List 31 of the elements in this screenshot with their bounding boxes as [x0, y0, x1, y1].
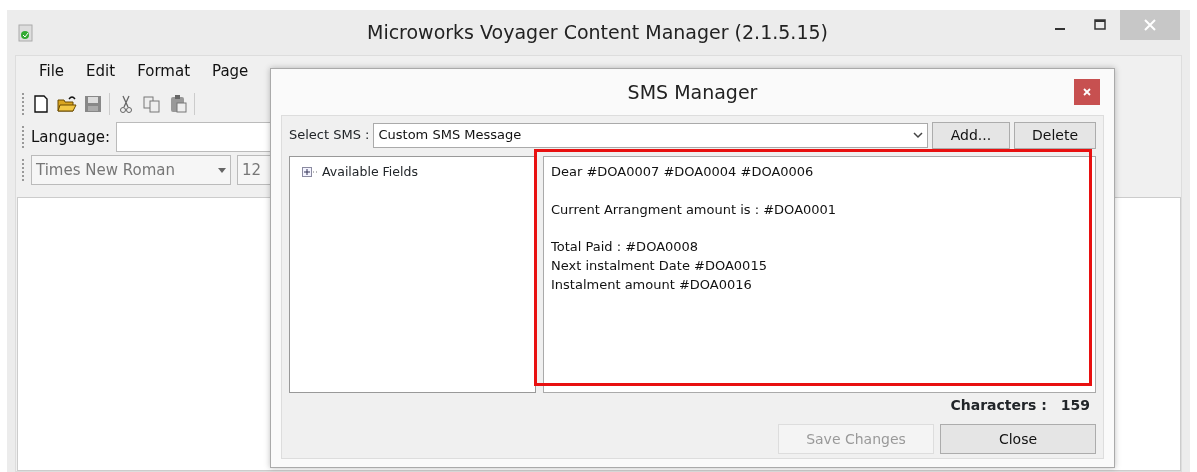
close-button[interactable] — [1074, 79, 1100, 105]
close-icon — [1083, 88, 1091, 96]
new-document-icon[interactable] — [31, 94, 51, 114]
copy-icon[interactable] — [142, 94, 162, 114]
close-icon — [1144, 19, 1156, 31]
dialog-title: SMS Manager — [627, 79, 758, 105]
close-dialog-button[interactable]: Close — [940, 424, 1096, 454]
select-sms-label: Select SMS : — [289, 126, 370, 145]
expand-icon[interactable] — [302, 167, 320, 178]
font-dropdown[interactable]: Times New Roman — [31, 155, 231, 185]
message-field[interactable]: Dear #DOA0007 #DOA0004 #DOA0006 Current Arrangment amount is : #DOA0001 Total Paid : #DOA0008 Next instalment Date #DOA0015 Instalment amount #DOA0016 — [543, 156, 1096, 393]
menu-item[interactable]: Edit — [75, 59, 127, 83]
add-button[interactable]: Add... — [932, 121, 1010, 149]
minimize-icon — [1055, 28, 1065, 30]
dropdown-arrow-icon — [218, 167, 226, 173]
maximize-icon — [1094, 19, 1106, 31]
character-count: 159 — [1060, 396, 1090, 415]
tree-item[interactable]: Available Fields — [322, 163, 418, 182]
sms-dropdown[interactable]: Custom SMS Message — [373, 122, 928, 148]
chevron-down-icon — [913, 131, 923, 139]
menu-item[interactable]: Format — [126, 59, 202, 83]
window-title: Microworks Voyager Content Manager (2.1.5.15) — [366, 20, 829, 46]
delete-button[interactable]: Delete — [1014, 121, 1096, 149]
language-label: Language: — [31, 126, 111, 148]
menu-item[interactable]: File — [28, 59, 76, 83]
menu-item[interactable]: Page — [201, 59, 260, 83]
paste-icon[interactable] — [168, 94, 188, 114]
open-folder-icon[interactable] — [57, 94, 77, 114]
app-icon — [17, 23, 35, 42]
characters-label: Characters : — [950, 396, 1047, 415]
save-icon[interactable] — [83, 94, 103, 114]
